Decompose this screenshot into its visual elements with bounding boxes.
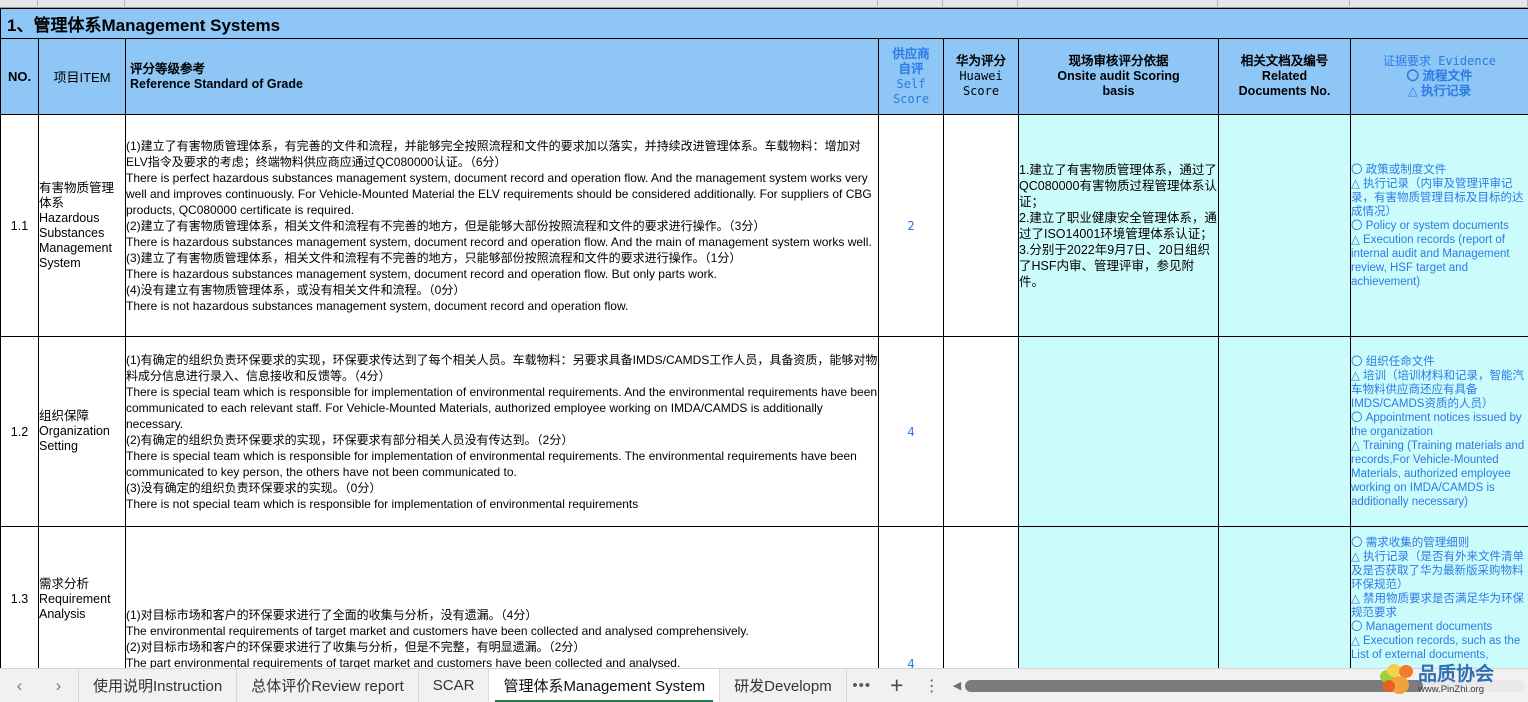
section-title-text: 1、管理体系Management Systems <box>1 11 1528 36</box>
more-tabs-icon[interactable]: ••• <box>847 669 877 702</box>
header-self-score-cn: 供应商 自评 <box>879 47 943 77</box>
row-item[interactable]: 有害物质管理体系 Hazardous Substances Management… <box>39 115 126 337</box>
row-onsite-basis[interactable] <box>1019 337 1219 527</box>
table-row[interactable]: 1.1 有害物质管理体系 Hazardous Substances Manage… <box>1 115 1528 337</box>
section-title-cell[interactable]: 1、管理体系Management Systems <box>1 9 1528 39</box>
sheet-tab-management-system[interactable]: 管理体系Management System <box>489 669 720 702</box>
header-no[interactable]: NO. <box>1 39 39 115</box>
header-evidence-title: 证据要求 Evidence <box>1351 54 1528 69</box>
row-item-en: Requirement Analysis <box>39 592 125 622</box>
column-header-seg[interactable] <box>0 0 38 8</box>
header-docs-en: Related Documents No. <box>1219 69 1350 99</box>
header-reference-cn: 评分等级参考 <box>130 62 878 77</box>
header-onsite-en: Onsite audit Scoring basis <box>1019 69 1218 99</box>
row-huawei-score[interactable] <box>944 115 1019 337</box>
scrollbar-thumb[interactable] <box>965 680 1423 692</box>
header-evidence-circle: 〇 流程文件 <box>1351 69 1528 84</box>
header-evidence-triangle: △ 执行记录 <box>1351 84 1528 99</box>
header-evidence[interactable]: 证据要求 Evidence 〇 流程文件 △ 执行记录 <box>1351 39 1528 115</box>
header-huawei-score-cn: 华为评分 <box>944 54 1018 69</box>
row-huawei-score[interactable] <box>944 337 1019 527</box>
row-evidence[interactable]: 〇 组织任命文件 △ 培训（培训材料和记录，智能汽车物料供应商还应有具备IMDS… <box>1351 337 1528 527</box>
row-item[interactable]: 组织保障 Organization Setting <box>39 337 126 527</box>
section-title-en: Management Systems <box>101 16 280 35</box>
audit-table: 1、管理体系Management Systems NO. 项目ITEM 评分等级… <box>0 8 1528 668</box>
header-self-score[interactable]: 供应商 自评 Self Score <box>879 39 944 115</box>
sheet-menu-icon[interactable]: ⋮ <box>917 669 947 702</box>
section-title-cn: 1、管理体系 <box>7 16 101 35</box>
row-onsite-basis[interactable] <box>1019 527 1219 669</box>
sheet-tab-instruction[interactable]: 使用说明Instruction <box>78 669 237 702</box>
header-self-score-en: Self Score <box>879 77 943 107</box>
header-docs-cn: 相关文档及编号 <box>1219 54 1350 69</box>
scrollbar-track[interactable] <box>965 680 1524 692</box>
header-related-documents[interactable]: 相关文档及编号 Related Documents No. <box>1219 39 1351 115</box>
row-huawei-score[interactable] <box>944 527 1019 669</box>
header-onsite-basis[interactable]: 现场审核评分依据 Onsite audit Scoring basis <box>1019 39 1219 115</box>
row-no[interactable]: 1.1 <box>1 115 39 337</box>
column-header-seg[interactable] <box>1218 0 1350 8</box>
row-reference[interactable]: (1)对目标市场和客户的环保要求进行了全面的收集与分析，没有遗漏。（4分） Th… <box>126 527 879 669</box>
row-onsite-basis[interactable]: 1.建立了有害物质管理体系，通过了QC080000有害物质过程管理体系认证； 2… <box>1019 115 1219 337</box>
next-sheet-icon[interactable]: › <box>39 669 78 702</box>
row-self-score[interactable]: 4 <box>879 527 944 669</box>
row-item-en: Hazardous Substances Management System <box>39 211 125 271</box>
row-item-cn: 组织保障 <box>39 409 125 424</box>
scroll-left-icon[interactable]: ◀ <box>953 679 961 692</box>
horizontal-scrollbar[interactable]: ◀ <box>947 669 1528 702</box>
row-related-documents[interactable] <box>1219 115 1351 337</box>
header-huawei-score[interactable]: 华为评分 Huawei Score <box>944 39 1019 115</box>
row-no[interactable]: 1.2 <box>1 337 39 527</box>
previous-sheet-icon[interactable]: ‹ <box>0 669 39 702</box>
row-item-cn: 需求分析 <box>39 577 125 592</box>
row-self-score[interactable]: 2 <box>879 115 944 337</box>
column-header-seg[interactable] <box>125 0 878 8</box>
spreadsheet-window: 1、管理体系Management Systems NO. 项目ITEM 评分等级… <box>0 0 1528 701</box>
column-header-seg[interactable] <box>943 0 1018 8</box>
spreadsheet-grid[interactable]: 1、管理体系Management Systems NO. 项目ITEM 评分等级… <box>0 8 1528 668</box>
row-self-score[interactable]: 4 <box>879 337 944 527</box>
column-header-seg[interactable] <box>878 0 943 8</box>
row-related-documents[interactable] <box>1219 337 1351 527</box>
add-sheet-icon[interactable]: + <box>877 669 917 702</box>
sheet-tab-development[interactable]: 研发Developm <box>720 669 847 702</box>
sheet-tab-bar: ‹ › 使用说明Instruction 总体评价Review report SC… <box>0 668 1528 702</box>
table-header-row: NO. 项目ITEM 评分等级参考 Reference Standard of … <box>1 39 1528 115</box>
row-evidence[interactable]: 〇 政策或制度文件 △ 执行记录（内审及管理评审记录，有害物质管理目标及目标的达… <box>1351 115 1528 337</box>
section-title-row: 1、管理体系Management Systems <box>1 9 1528 39</box>
column-header-strip[interactable] <box>0 0 1528 8</box>
row-reference[interactable]: (1)建立了有害物质管理体系，有完善的文件和流程，并能够完全按照流程和文件的要求… <box>126 115 879 337</box>
row-item[interactable]: 需求分析 Requirement Analysis <box>39 527 126 669</box>
row-related-documents[interactable] <box>1219 527 1351 669</box>
row-evidence[interactable]: 〇 需求收集的管理细则 △ 执行记录（是否有外来文件清单及是否获取了华为最新版采… <box>1351 527 1528 669</box>
row-item-en: Organization Setting <box>39 424 125 454</box>
table-row[interactable]: 1.3 需求分析 Requirement Analysis (1)对目标市场和客… <box>1 527 1528 669</box>
header-onsite-cn: 现场审核评分依据 <box>1019 54 1218 69</box>
column-header-seg[interactable] <box>1350 0 1528 8</box>
column-header-seg[interactable] <box>38 0 125 8</box>
header-reference-en: Reference Standard of Grade <box>130 77 878 92</box>
sheet-tab-scar[interactable]: SCAR <box>419 669 490 702</box>
header-reference[interactable]: 评分等级参考 Reference Standard of Grade <box>126 39 879 115</box>
header-item[interactable]: 项目ITEM <box>39 39 126 115</box>
row-reference[interactable]: (1)有确定的组织负责环保要求的实现，环保要求传达到了每个相关人员。车载物料：另… <box>126 337 879 527</box>
sheet-tab-review-report[interactable]: 总体评价Review report <box>237 669 419 702</box>
header-huawei-score-en: Huawei Score <box>944 69 1018 99</box>
sheet-nav-arrows: ‹ › <box>0 669 78 702</box>
row-item-cn: 有害物质管理体系 <box>39 181 125 211</box>
column-header-seg[interactable] <box>1018 0 1218 8</box>
table-row[interactable]: 1.2 组织保障 Organization Setting (1)有确定的组织负… <box>1 337 1528 527</box>
row-no[interactable]: 1.3 <box>1 527 39 669</box>
